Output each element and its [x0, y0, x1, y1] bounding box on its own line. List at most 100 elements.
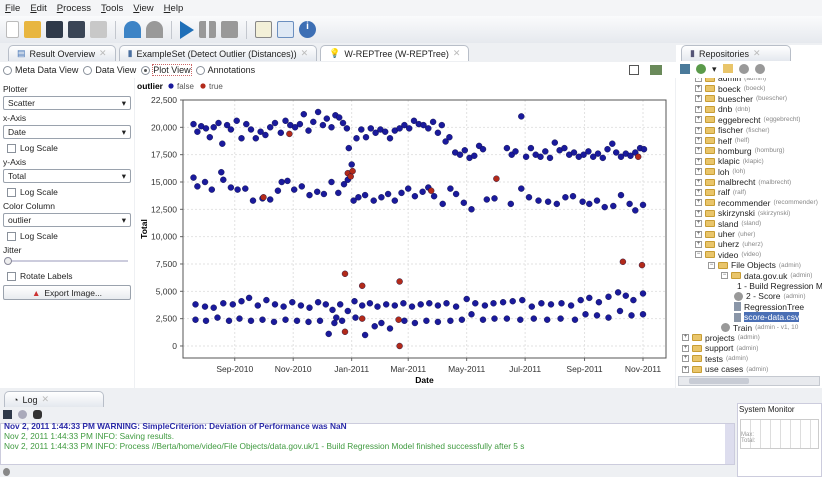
tree-item[interactable]: RegressionTree	[676, 302, 822, 312]
tree-item[interactable]: + fischer (fischer)	[676, 125, 822, 135]
radio-button[interactable]	[141, 65, 151, 75]
process-icon[interactable]	[754, 64, 765, 74]
tree-item[interactable]: + eggebrecht (eggebrecht)	[676, 115, 822, 125]
menu-view[interactable]: View	[133, 3, 153, 14]
checkbox[interactable]	[7, 271, 16, 281]
menu-edit[interactable]: Edit	[30, 3, 46, 14]
undo-icon[interactable]	[124, 21, 141, 38]
radio-meta-data-view[interactable]: Meta Data View	[3, 65, 78, 75]
expand-icon[interactable]: +	[695, 85, 702, 93]
x-log-scale-checkbox[interactable]: Log Scale	[7, 143, 131, 153]
expand-icon[interactable]: +	[695, 126, 702, 134]
tree-item[interactable]: − data.gov.uk (admin)	[676, 270, 822, 281]
expand-icon[interactable]: +	[695, 178, 702, 186]
info-icon[interactable]: i	[299, 21, 316, 38]
save-icon[interactable]	[46, 21, 63, 38]
expand-icon[interactable]: +	[682, 355, 689, 363]
expand-icon[interactable]: +	[695, 157, 702, 165]
collapse-icon[interactable]: −	[695, 251, 702, 259]
chevron-down-icon[interactable]: ▾	[712, 64, 717, 75]
menu-file[interactable]: File	[5, 3, 20, 14]
y-log-scale-checkbox[interactable]: Log Scale	[7, 187, 131, 197]
vertical-scrollbar[interactable]	[725, 424, 734, 464]
menu-tools[interactable]: Tools	[101, 3, 123, 14]
checkbox[interactable]	[7, 231, 16, 241]
color-column-select[interactable]: outlier ▾	[3, 213, 131, 227]
tree-item[interactable]: + loh (loh)	[676, 167, 822, 177]
tree-item[interactable]: + malbrecht (malbrecht)	[676, 177, 822, 187]
jitter-slider[interactable]	[3, 257, 131, 265]
close-icon[interactable]: ✕	[99, 48, 107, 59]
expand-icon[interactable]: +	[682, 365, 689, 373]
tree-item[interactable]: + support (admin)	[676, 343, 822, 353]
results-perspective-icon[interactable]	[277, 21, 294, 38]
tree-item[interactable]: + projects (admin)	[676, 333, 822, 343]
tree-item[interactable]: + use cases (admin)	[676, 364, 822, 374]
expand-icon[interactable]: +	[695, 116, 702, 124]
tree-item[interactable]: + homburg (homburg)	[676, 146, 822, 156]
expand-icon[interactable]: +	[682, 344, 689, 352]
tree-item[interactable]: 2 - Score (admin)	[676, 291, 822, 301]
menu-process[interactable]: Process	[57, 3, 91, 14]
tree-item[interactable]: + uherz (uherz)	[676, 239, 822, 249]
expand-icon[interactable]: +	[695, 209, 702, 217]
save-icon[interactable]	[3, 410, 12, 419]
tab-repositories[interactable]: ▮ Repositories ✕	[681, 45, 791, 61]
expand-icon[interactable]: +	[695, 137, 702, 145]
expand-icon[interactable]: +	[695, 199, 702, 207]
tree-item[interactable]: + sland (sland)	[676, 218, 822, 229]
process-icon[interactable]	[738, 64, 749, 74]
expand-icon[interactable]: +	[695, 220, 702, 228]
tree-item[interactable]: 1 - Build Regression Model	[676, 281, 822, 291]
expand-icon[interactable]: +	[695, 78, 702, 82]
y-axis-select[interactable]: Total ▾	[3, 169, 131, 183]
radio-button[interactable]	[195, 65, 205, 75]
close-icon[interactable]: ✕	[453, 48, 461, 59]
checkbox[interactable]	[7, 187, 16, 197]
close-icon[interactable]: ✕	[41, 394, 49, 405]
slider-handle[interactable]	[4, 257, 12, 265]
tree-item[interactable]: + boeck (boeck)	[676, 83, 822, 94]
collapse-icon[interactable]: −	[721, 272, 728, 280]
tree-item[interactable]: + klapic (klapic)	[676, 156, 822, 166]
tree-item[interactable]: + buescher (buescher)	[676, 94, 822, 104]
repository-add-icon[interactable]	[680, 64, 690, 74]
radio-button[interactable]	[3, 65, 12, 75]
search-icon[interactable]	[33, 410, 42, 419]
tab-result-overview[interactable]: ▤ Result Overview ✕	[8, 45, 116, 61]
horizontal-scrollbar[interactable]	[678, 376, 820, 386]
expand-icon[interactable]: +	[695, 188, 702, 196]
rotate-labels-checkbox[interactable]: Rotate Labels	[7, 271, 131, 281]
import-icon[interactable]	[696, 64, 706, 74]
expand-icon[interactable]: +	[695, 240, 702, 248]
expand-icon[interactable]: +	[682, 334, 689, 342]
tab-log[interactable]: ◔ Log ✕	[4, 391, 104, 407]
plotter-select[interactable]: Scatter ▾	[3, 96, 131, 110]
new-folder-icon[interactable]	[722, 64, 733, 73]
x-axis-select[interactable]: Date ▾	[3, 125, 131, 139]
tree-item[interactable]: − File Objects (admin)	[676, 260, 822, 270]
radio-annotations[interactable]: Annotations	[195, 65, 255, 75]
menu-help[interactable]: Help	[164, 3, 184, 14]
open-icon[interactable]	[24, 21, 41, 38]
tree-item[interactable]: + tests (admin)	[676, 354, 822, 364]
tab-w-reptree[interactable]: 💡 W-REPTree (W-REPTree) ✕	[320, 45, 470, 61]
copy-icon[interactable]	[629, 65, 639, 75]
new-icon[interactable]	[6, 21, 19, 38]
tree-item[interactable]: + skirzynski (skirzynski)	[676, 208, 822, 218]
print-icon[interactable]	[90, 21, 107, 38]
expand-icon[interactable]: +	[695, 168, 702, 176]
tree-item[interactable]: − video (video)	[676, 250, 822, 260]
tree-item[interactable]: + helf (helf)	[676, 135, 822, 146]
print-plot-icon[interactable]	[650, 65, 662, 75]
radio-plot-view[interactable]: Plot View	[141, 64, 192, 76]
tree-item[interactable]: Train (admin - v1, 10	[676, 322, 822, 333]
export-image-button[interactable]: ▲ Export Image...	[3, 285, 131, 300]
tree-item[interactable]: score-data.csv	[676, 312, 822, 323]
edit-icon[interactable]	[255, 21, 272, 38]
expand-icon[interactable]: +	[695, 147, 702, 155]
collapse-icon[interactable]: −	[708, 261, 715, 269]
checkbox[interactable]	[7, 143, 16, 153]
color-log-scale-checkbox[interactable]: Log Scale	[7, 231, 131, 241]
tab-exampleset[interactable]: ▮ ExampleSet (Detect Outlier (Distances))…	[118, 45, 318, 61]
